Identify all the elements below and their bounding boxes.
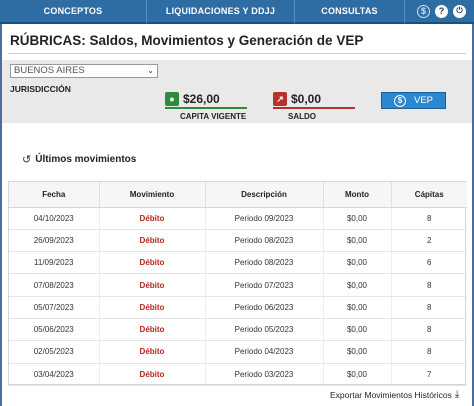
table-row: 03/04/2023 Débito Periodo 03/2023 $0,00 … [9,363,467,386]
cell-fecha: 04/10/2023 [9,207,100,230]
table-row: 04/10/2023 Débito Periodo 09/2023 $0,00 … [9,207,467,230]
cell-capitas: 6 [391,251,467,275]
col-header-descripcion: Descripción [205,182,324,208]
capita-amount: ● $26,00 [165,91,247,109]
cell-monto: $0,00 [323,363,392,386]
movimientos-heading: ↺ Últimos movimientos [22,153,136,166]
jurisdiccion-selected-value: BUENOS AIRES [14,65,85,76]
nav-liquidaciones[interactable]: LIQUIDACIONES Y DDJJ [146,0,294,23]
cell-descripcion: Periodo 03/2023 [205,363,324,386]
cell-movimiento: Débito [99,363,206,386]
cell-capitas: 8 [391,318,467,342]
table-row: 05/07/2023 Débito Periodo 06/2023 $0,00 … [9,296,467,319]
table-header-row: Fecha Movimiento Descripción Monto Cápit… [9,182,467,208]
capita-value: $26,00 [183,92,220,106]
cell-movimiento: Débito [99,251,206,275]
title-divider [8,53,466,54]
cell-monto: $0,00 [323,207,392,230]
jurisdiccion-select[interactable]: BUENOS AIRES ⌄ [10,64,158,78]
cell-capitas: 8 [391,273,467,297]
export-link[interactable]: Exportar Movimientos Históricos ⤓ [330,389,459,400]
dollar-circle-icon: $ [393,94,406,107]
chevron-down-icon: ⌄ [147,66,154,75]
cell-fecha: 11/09/2023 [9,251,100,275]
saldo-label: SALDO [288,112,316,121]
table-row: 07/08/2023 Débito Periodo 07/2023 $0,00 … [9,273,467,297]
capita-label: CAPITA VIGENTE [180,112,247,121]
cell-capitas: 8 [391,296,467,319]
col-header-capitas: Cápitas [391,182,467,208]
history-icon: ↺ [22,154,32,166]
cell-fecha: 05/07/2023 [9,296,100,319]
cell-monto: $0,00 [323,340,392,364]
cell-movimiento: Débito [99,229,206,253]
table-row: 02/05/2023 Débito Periodo 04/2023 $0,00 … [9,340,467,364]
vep-button-label: VEP [413,95,433,106]
page-title: RÚBRICAS: Saldos, Movimientos y Generaci… [10,33,364,48]
cell-fecha: 05/06/2023 [9,318,100,342]
col-header-fecha: Fecha [9,182,100,208]
col-header-movimiento: Movimiento [99,182,206,208]
table-row: 05/06/2023 Débito Periodo 05/2023 $0,00 … [9,318,467,342]
saldo-value: $0,00 [291,92,322,106]
cell-descripcion: Periodo 08/2023 [205,229,324,253]
cell-descripcion: Periodo 08/2023 [205,251,324,275]
jurisdiccion-label: JURISDICCIÓN [10,84,71,94]
cell-capitas: 7 [391,363,467,386]
cell-fecha: 07/08/2023 [9,273,100,297]
cell-descripcion: Periodo 05/2023 [205,318,324,342]
vep-button[interactable]: $ VEP [381,92,446,109]
cell-movimiento: Débito [99,296,206,319]
cell-monto: $0,00 [323,251,392,275]
cell-movimiento: Débito [99,340,206,364]
cell-fecha: 02/05/2023 [9,340,100,364]
cell-monto: $0,00 [323,229,392,253]
cell-fecha: 03/04/2023 [9,363,100,386]
trend-chart-icon: ↗ [273,92,287,106]
nav-conceptos[interactable]: CONCEPTOS [0,0,146,23]
col-header-monto: Monto [323,182,392,208]
help-icon[interactable]: ? [435,4,448,18]
people-icon: ● [165,92,179,106]
movimientos-table: Fecha Movimiento Descripción Monto Cápit… [8,181,467,386]
cell-descripcion: Periodo 06/2023 [205,296,324,319]
cell-capitas: 2 [391,229,467,253]
table-row: 26/09/2023 Débito Periodo 08/2023 $0,00 … [9,229,467,253]
top-nav: CONCEPTOS LIQUIDACIONES Y DDJJ CONSULTAS… [0,0,474,24]
cell-movimiento: Débito [99,273,206,297]
nav-consultas[interactable]: CONSULTAS [294,0,404,23]
power-icon[interactable]: ⏻ [453,4,466,18]
movimientos-title: Últimos movimientos [35,154,137,165]
download-icon: ⤓ [454,389,460,400]
cell-monto: $0,00 [323,318,392,342]
cell-descripcion: Periodo 07/2023 [205,273,324,297]
cell-capitas: 8 [391,207,467,230]
cell-capitas: 8 [391,340,467,364]
cell-descripcion: Periodo 09/2023 [205,207,324,230]
nav-icon-group: $ ? ⏻ [404,0,474,23]
cell-fecha: 26/09/2023 [9,229,100,253]
cell-monto: $0,00 [323,296,392,319]
dollar-icon[interactable]: $ [417,4,430,18]
cell-movimiento: Débito [99,318,206,342]
cell-movimiento: Débito [99,207,206,230]
saldo-amount: ↗ $0,00 [273,91,355,109]
cell-descripcion: Periodo 04/2023 [205,340,324,364]
export-label: Exportar Movimientos Históricos [330,389,452,400]
table-row: 11/09/2023 Débito Periodo 08/2023 $0,00 … [9,251,467,275]
cell-monto: $0,00 [323,273,392,297]
